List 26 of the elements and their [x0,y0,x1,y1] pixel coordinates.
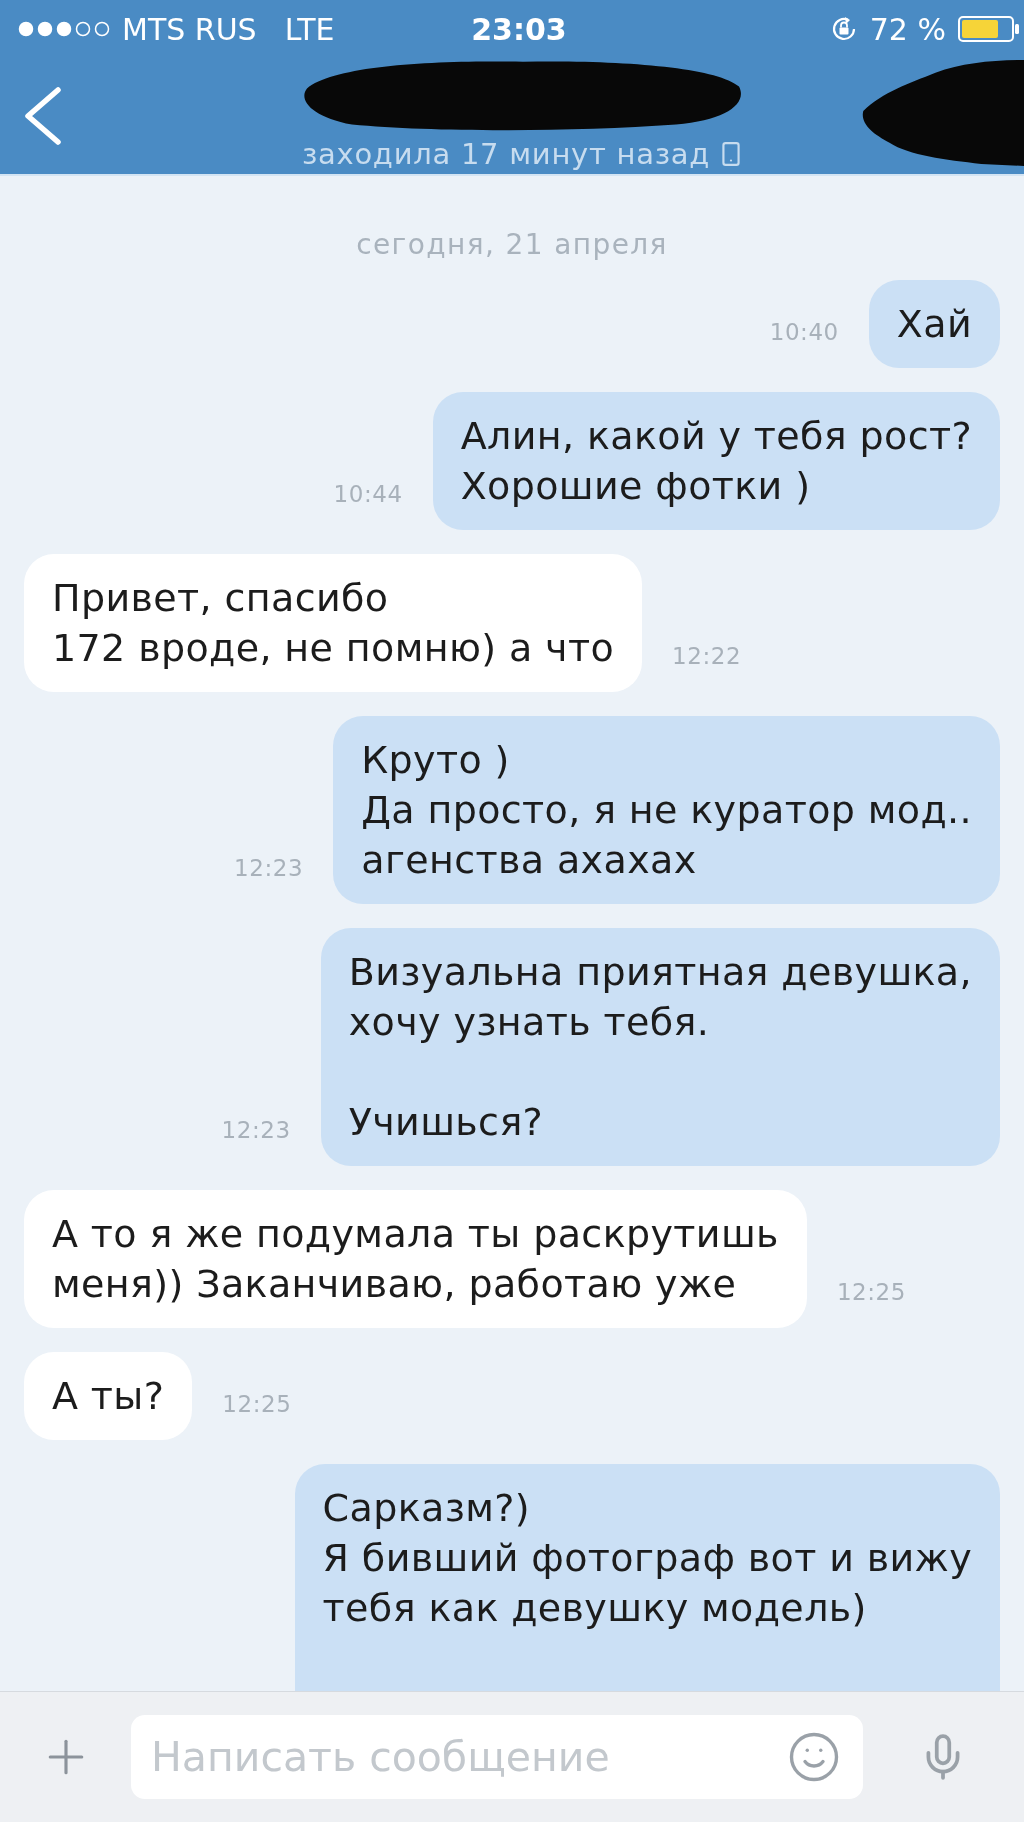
message-bubble: Алин, какой у тебя рост? Хорошие фотки ) [432,392,1000,530]
message-bubble: Хай [868,280,1000,368]
message-bubble: А то я же подумала ты раскрутишь меня)) Заканчиваю, работаю уже [24,1190,807,1328]
date-separator: сегодня, 21 апреля [356,230,668,260]
signal-dots-icon [18,21,110,37]
battery-icon [958,16,1020,42]
message-time: 10:44 [333,480,403,509]
message-bubble: Сарказм?) Я бивший фотограф вот и вижу тебя как девушку модель) [294,1464,1000,1691]
battery-percent: 72 % [869,10,946,49]
chevron-left-icon [22,87,62,145]
message-time: 10:40 [769,318,839,347]
smiley-icon[interactable] [787,1730,841,1784]
message-time: 12:23 [221,1116,291,1145]
message-time: 12:23 [234,854,304,883]
clock-time: 23:03 [471,10,567,49]
message-bubble: А ты? [24,1352,193,1440]
last-seen-status: заходила 17 минут назад [301,138,711,170]
message-time: 12:22 [672,642,742,671]
message-time: 12:25 [836,1278,907,1307]
carrier-name: MTS RUS [122,10,257,49]
network-type: LTE [284,10,335,49]
message-bubble: Привет, спасибо 172 вроде, не помню) а что [24,554,643,692]
message-bubble: Визуальна приятная девушка, хочу узнать тебя. Учишься? [320,928,1000,1166]
message-field[interactable]: Написать сообщение [131,1715,863,1799]
message-time: 12:25 [222,1390,292,1419]
message-bubble: Круто ) Да просто, я не куратор мод.. агенства ахахах [333,716,1000,904]
